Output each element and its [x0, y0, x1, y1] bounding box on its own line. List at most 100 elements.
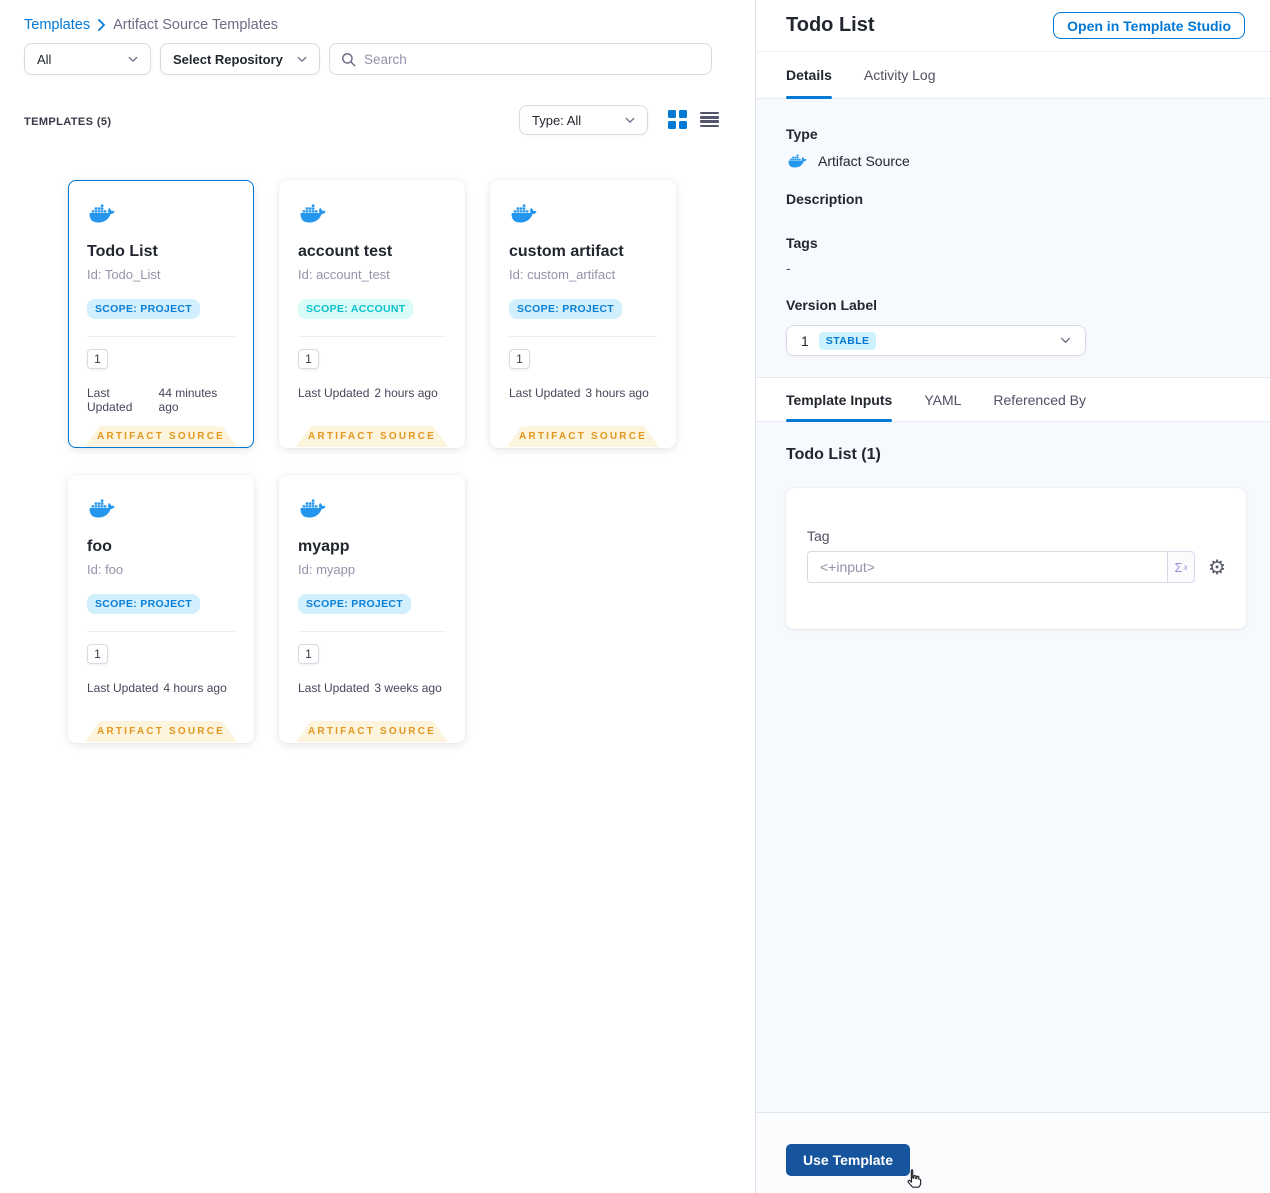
scope-badge: SCOPE: ACCOUNT: [298, 299, 414, 319]
template-name: Todo List: [87, 243, 158, 260]
breadcrumb-templates-link[interactable]: Templates: [24, 17, 90, 33]
last-updated: Last Updated 2 hours ago: [298, 386, 446, 400]
tag-input-card: Tag Σx ⚙: [786, 488, 1246, 629]
last-updated-label: Last Updated: [298, 681, 370, 695]
tags-label: Tags: [786, 235, 818, 251]
type-filter-dropdown[interactable]: Type: All: [519, 105, 648, 135]
template-inputs-body: Todo List (1) Tag Σx ⚙: [756, 422, 1270, 1112]
template-id: Id: Todo_List: [87, 267, 161, 282]
search-icon: [342, 52, 356, 66]
repository-filter-dropdown[interactable]: Select Repository: [160, 43, 320, 75]
last-updated-label: Last Updated: [87, 386, 133, 414]
version-count-badge: 1: [87, 349, 108, 369]
view-toggles: [668, 110, 719, 129]
template-card[interactable]: account test Id: account_test SCOPE: ACC…: [279, 180, 465, 448]
search-box[interactable]: [329, 43, 712, 75]
breadcrumb: Templates Artifact Source Templates: [24, 17, 278, 33]
template-type-ribbon: ARTIFACT SOURCE: [507, 426, 659, 447]
version-count-badge: 1: [87, 644, 108, 664]
template-name: myapp: [298, 538, 350, 555]
template-card[interactable]: Todo List Id: Todo_List SCOPE: PROJECT 1…: [68, 180, 254, 448]
scope-filter-dropdown[interactable]: All: [24, 43, 151, 75]
last-updated: Last Updated 4 hours ago: [87, 681, 235, 695]
use-template-button[interactable]: Use Template: [786, 1144, 910, 1176]
version-count-badge: 1: [298, 349, 319, 369]
tag-field-label: Tag: [807, 528, 830, 544]
template-name: account test: [298, 243, 393, 260]
chevron-down-icon: [1060, 337, 1071, 344]
last-updated: Last Updated 3 weeks ago: [298, 681, 446, 695]
type-value: Artifact Source: [818, 153, 910, 169]
chevron-down-icon: [297, 56, 307, 63]
details-body: Type Artifact Source Description Tags - …: [756, 99, 1270, 377]
last-updated-value: 4 hours ago: [163, 681, 227, 695]
scope-badge: SCOPE: PROJECT: [87, 594, 200, 614]
filter-bar: All Select Repository: [24, 43, 712, 75]
panel-title: Todo List: [786, 14, 875, 36]
settings-gear-icon[interactable]: ⚙: [1208, 557, 1226, 577]
grid-view-icon[interactable]: [668, 110, 687, 129]
last-updated-value: 3 hours ago: [585, 386, 649, 400]
scope-badge: SCOPE: PROJECT: [509, 299, 622, 319]
last-updated: Last Updated 44 minutes ago: [87, 386, 235, 414]
details-footer: Use Template: [756, 1112, 1270, 1193]
last-updated-label: Last Updated: [298, 386, 370, 400]
details-tab-bar: Details Activity Log: [756, 52, 1270, 99]
version-dropdown[interactable]: 1 STABLE: [786, 325, 1086, 356]
last-updated-label: Last Updated: [509, 386, 581, 400]
template-card[interactable]: myapp Id: myapp SCOPE: PROJECT 1 Last Up…: [279, 475, 465, 743]
docker-icon: [87, 496, 117, 521]
version-count-badge: 1: [298, 644, 319, 664]
scope-badge: SCOPE: PROJECT: [87, 299, 200, 319]
templates-count-label: TEMPLATES (5): [24, 116, 112, 128]
tab-details[interactable]: Details: [786, 52, 832, 99]
last-updated-value: 2 hours ago: [374, 386, 438, 400]
last-updated: Last Updated 3 hours ago: [509, 386, 657, 400]
search-input[interactable]: [364, 51, 700, 67]
inputs-tab-bar: Template Inputs YAML Referenced By: [756, 377, 1270, 422]
template-type-ribbon: ARTIFACT SOURCE: [85, 721, 237, 742]
chevron-down-icon: [625, 117, 635, 124]
docker-icon: [509, 201, 539, 226]
tab-activity-log[interactable]: Activity Log: [864, 52, 936, 98]
expression-toggle-icon[interactable]: Σx: [1167, 551, 1196, 583]
docker-icon: [786, 152, 809, 170]
breadcrumb-chevron-icon: [98, 19, 105, 31]
list-view-icon[interactable]: [700, 111, 719, 128]
scope-badge: SCOPE: PROJECT: [298, 594, 411, 614]
template-type-ribbon: ARTIFACT SOURCE: [296, 426, 448, 447]
last-updated-value: 44 minutes ago: [158, 386, 218, 414]
template-id: Id: myapp: [298, 562, 356, 577]
description-label: Description: [786, 191, 864, 207]
template-type-ribbon: ARTIFACT SOURCE: [85, 426, 237, 447]
version-number: 1: [801, 332, 809, 349]
list-toolbar: TEMPLATES (5) Type: All: [0, 105, 755, 143]
docker-icon: [87, 201, 117, 226]
tag-field-row: Σx ⚙: [807, 551, 1226, 583]
template-name: custom artifact: [509, 243, 624, 260]
template-id: Id: foo: [87, 562, 124, 577]
tag-input-wrap: Σx: [807, 551, 1196, 583]
type-filter-value: Type: All: [532, 112, 582, 128]
template-details-panel: Todo List Open in Template Studio Detail…: [755, 0, 1270, 1193]
docker-icon: [298, 201, 328, 226]
scope-filter-value: All: [37, 51, 52, 67]
template-card[interactable]: foo Id: foo SCOPE: PROJECT 1 Last Update…: [68, 475, 254, 743]
inputs-heading: Todo List (1): [786, 446, 881, 463]
open-in-template-studio-button[interactable]: Open in Template Studio: [1053, 12, 1245, 39]
type-label: Type: [786, 126, 818, 142]
tab-template-inputs[interactable]: Template Inputs: [786, 378, 893, 422]
breadcrumb-current-page: Artifact Source Templates: [113, 17, 279, 33]
stable-badge: STABLE: [818, 331, 877, 350]
templates-list-panel: Templates Artifact Source Templates All …: [0, 0, 755, 1193]
template-card[interactable]: custom artifact Id: custom_artifact SCOP…: [490, 180, 676, 448]
tag-input[interactable]: [807, 551, 1168, 583]
tags-value: -: [786, 260, 791, 276]
tab-referenced-by[interactable]: Referenced By: [993, 378, 1086, 421]
details-header: Todo List Open in Template Studio: [756, 0, 1270, 52]
docker-icon: [298, 496, 328, 521]
template-id: Id: custom_artifact: [509, 267, 616, 282]
repository-filter-value: Select Repository: [173, 51, 283, 67]
tab-yaml[interactable]: YAML: [924, 378, 961, 421]
last-updated-value: 3 weeks ago: [374, 681, 442, 695]
